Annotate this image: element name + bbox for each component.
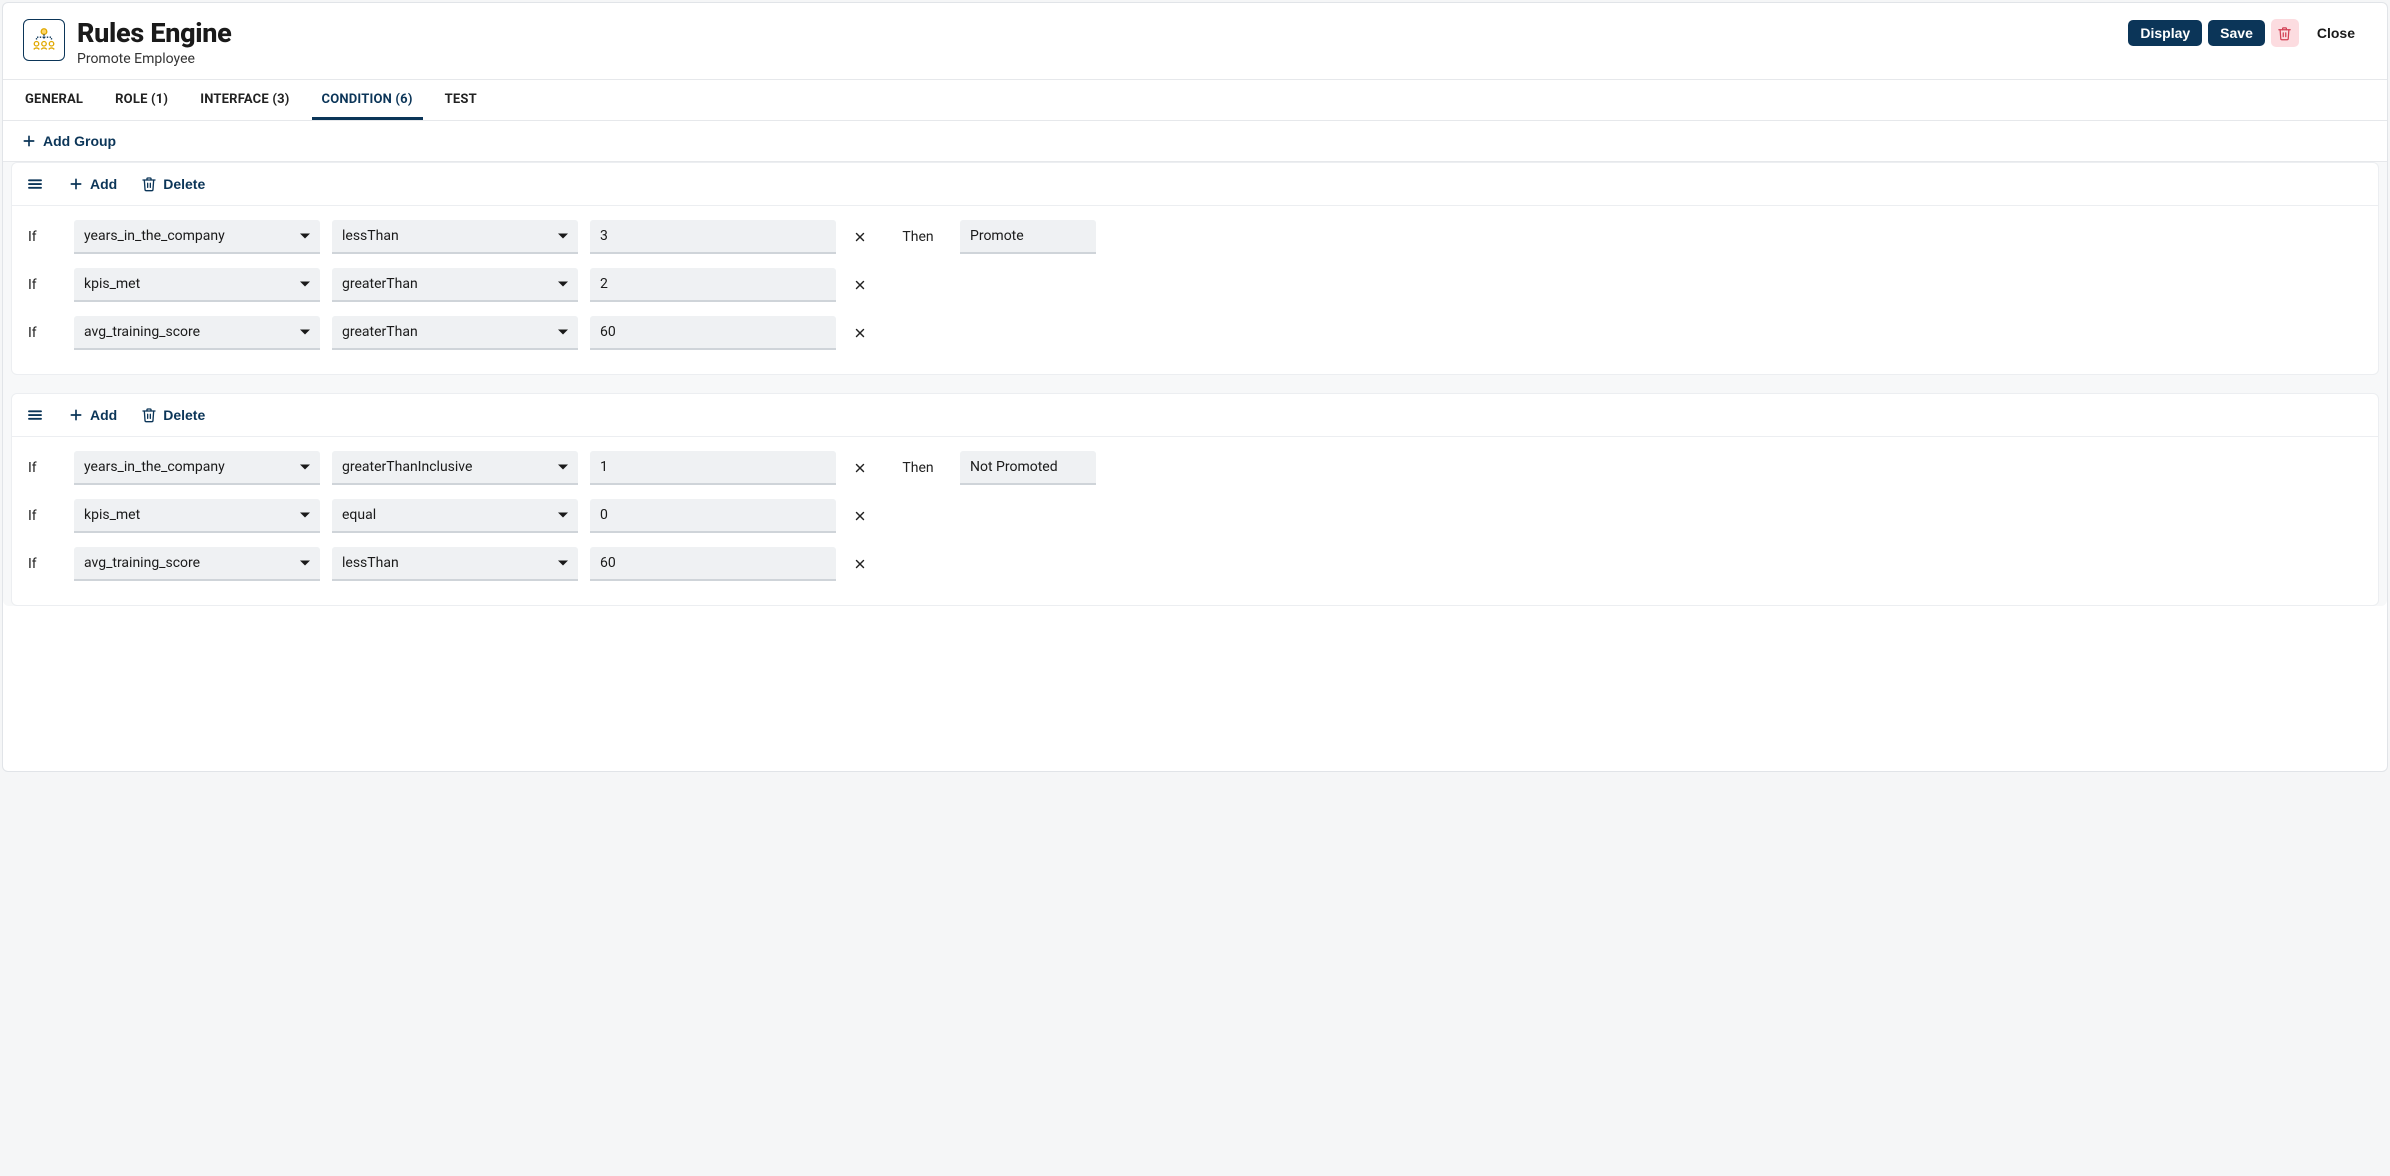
if-label: If bbox=[28, 325, 62, 341]
remove-row-button[interactable] bbox=[848, 321, 872, 345]
then-label: Then bbox=[888, 460, 948, 476]
close-button[interactable]: Close bbox=[2305, 20, 2367, 46]
remove-row-button[interactable] bbox=[848, 504, 872, 528]
toolbar: Add Group bbox=[3, 121, 2387, 162]
remove-row-button[interactable] bbox=[848, 552, 872, 576]
close-icon bbox=[853, 461, 867, 475]
add-condition-label: Add bbox=[90, 407, 117, 423]
remove-row-button[interactable] bbox=[848, 273, 872, 297]
field-select[interactable]: avg_training_score bbox=[74, 316, 320, 350]
remove-row-button[interactable] bbox=[848, 456, 872, 480]
field-select[interactable]: kpis_met bbox=[74, 268, 320, 302]
outcome-input[interactable]: Not Promoted bbox=[960, 451, 1096, 485]
condition-row: If avg_training_score lessThan 60 bbox=[28, 547, 2362, 581]
group-drag-handle[interactable] bbox=[22, 173, 48, 195]
tab-condition[interactable]: CONDITION (6) bbox=[312, 80, 423, 120]
field-select[interactable]: years_in_the_company bbox=[74, 451, 320, 485]
close-icon bbox=[853, 326, 867, 340]
value-input[interactable]: 60 bbox=[590, 316, 836, 350]
value-input[interactable]: 60 bbox=[590, 547, 836, 581]
condition-row: If years_in_the_company lessThan 3 Then … bbox=[28, 220, 2362, 254]
condition-row: If years_in_the_company greaterThanInclu… bbox=[28, 451, 2362, 485]
field-select[interactable]: kpis_met bbox=[74, 499, 320, 533]
delete-group-label: Delete bbox=[163, 176, 205, 192]
tabs: GENERAL ROLE (1) INTERFACE (3) CONDITION… bbox=[3, 80, 2387, 121]
if-label: If bbox=[28, 460, 62, 476]
group-body: If years_in_the_company lessThan 3 Then … bbox=[12, 206, 2378, 374]
page-subtitle: Promote Employee bbox=[77, 51, 2128, 67]
operator-select[interactable]: greaterThan bbox=[332, 316, 578, 350]
condition-row: If kpis_met equal 0 bbox=[28, 499, 2362, 533]
add-group-button[interactable]: Add Group bbox=[19, 129, 118, 153]
field-select[interactable]: years_in_the_company bbox=[74, 220, 320, 254]
if-label: If bbox=[28, 556, 62, 572]
value-input[interactable]: 3 bbox=[590, 220, 836, 254]
page-container: Rules Engine Promote Employee Display Sa… bbox=[2, 2, 2388, 772]
condition-group: Add Delete If years_in_the_company lessT… bbox=[11, 162, 2379, 375]
field-select[interactable]: avg_training_score bbox=[74, 547, 320, 581]
content: Add Delete If years_in_the_company lessT… bbox=[3, 162, 2387, 606]
if-label: If bbox=[28, 508, 62, 524]
app-logo bbox=[23, 19, 65, 61]
operator-select[interactable]: lessThan bbox=[332, 220, 578, 254]
add-condition-label: Add bbox=[90, 176, 117, 192]
remove-row-button[interactable] bbox=[848, 225, 872, 249]
group-drag-handle[interactable] bbox=[22, 404, 48, 426]
tab-test[interactable]: TEST bbox=[435, 80, 487, 120]
rules-engine-icon bbox=[29, 25, 59, 55]
close-icon bbox=[853, 557, 867, 571]
delete-rule-button[interactable] bbox=[2271, 19, 2299, 47]
operator-select[interactable]: greaterThan bbox=[332, 268, 578, 302]
group-header: Add Delete bbox=[12, 163, 2378, 206]
title-block: Rules Engine Promote Employee bbox=[77, 17, 2128, 67]
save-button[interactable]: Save bbox=[2208, 20, 2265, 46]
close-icon bbox=[853, 509, 867, 523]
then-label: Then bbox=[888, 229, 948, 245]
header-actions: Display Save Close bbox=[2128, 19, 2367, 47]
if-label: If bbox=[28, 277, 62, 293]
operator-select[interactable]: equal bbox=[332, 499, 578, 533]
page-header: Rules Engine Promote Employee Display Sa… bbox=[3, 3, 2387, 80]
value-input[interactable]: 0 bbox=[590, 499, 836, 533]
display-button[interactable]: Display bbox=[2128, 20, 2202, 46]
plus-icon bbox=[21, 133, 37, 149]
condition-row: If kpis_met greaterThan 2 bbox=[28, 268, 2362, 302]
group-header: Add Delete bbox=[12, 394, 2378, 437]
tab-role[interactable]: ROLE (1) bbox=[105, 80, 178, 120]
operator-select[interactable]: lessThan bbox=[332, 547, 578, 581]
close-icon bbox=[853, 230, 867, 244]
tab-general[interactable]: GENERAL bbox=[15, 80, 93, 120]
tab-interface[interactable]: INTERFACE (3) bbox=[190, 80, 299, 120]
close-icon bbox=[853, 278, 867, 292]
value-input[interactable]: 1 bbox=[590, 451, 836, 485]
delete-group-button[interactable]: Delete bbox=[137, 174, 209, 194]
group-body: If years_in_the_company greaterThanInclu… bbox=[12, 437, 2378, 605]
value-input[interactable]: 2 bbox=[590, 268, 836, 302]
trash-icon bbox=[141, 176, 157, 192]
operator-select[interactable]: greaterThanInclusive bbox=[332, 451, 578, 485]
plus-icon bbox=[68, 176, 84, 192]
add-group-label: Add Group bbox=[43, 133, 116, 149]
delete-group-button[interactable]: Delete bbox=[137, 405, 209, 425]
trash-icon bbox=[141, 407, 157, 423]
if-label: If bbox=[28, 229, 62, 245]
hamburger-icon bbox=[26, 175, 44, 193]
delete-group-label: Delete bbox=[163, 407, 205, 423]
trash-icon bbox=[2277, 26, 2292, 41]
condition-row: If avg_training_score greaterThan 60 bbox=[28, 316, 2362, 350]
add-condition-button[interactable]: Add bbox=[64, 174, 121, 194]
plus-icon bbox=[68, 407, 84, 423]
page-title: Rules Engine bbox=[77, 17, 2128, 49]
add-condition-button[interactable]: Add bbox=[64, 405, 121, 425]
hamburger-icon bbox=[26, 406, 44, 424]
condition-group: Add Delete If years_in_the_company great… bbox=[11, 393, 2379, 606]
outcome-input[interactable]: Promote bbox=[960, 220, 1096, 254]
